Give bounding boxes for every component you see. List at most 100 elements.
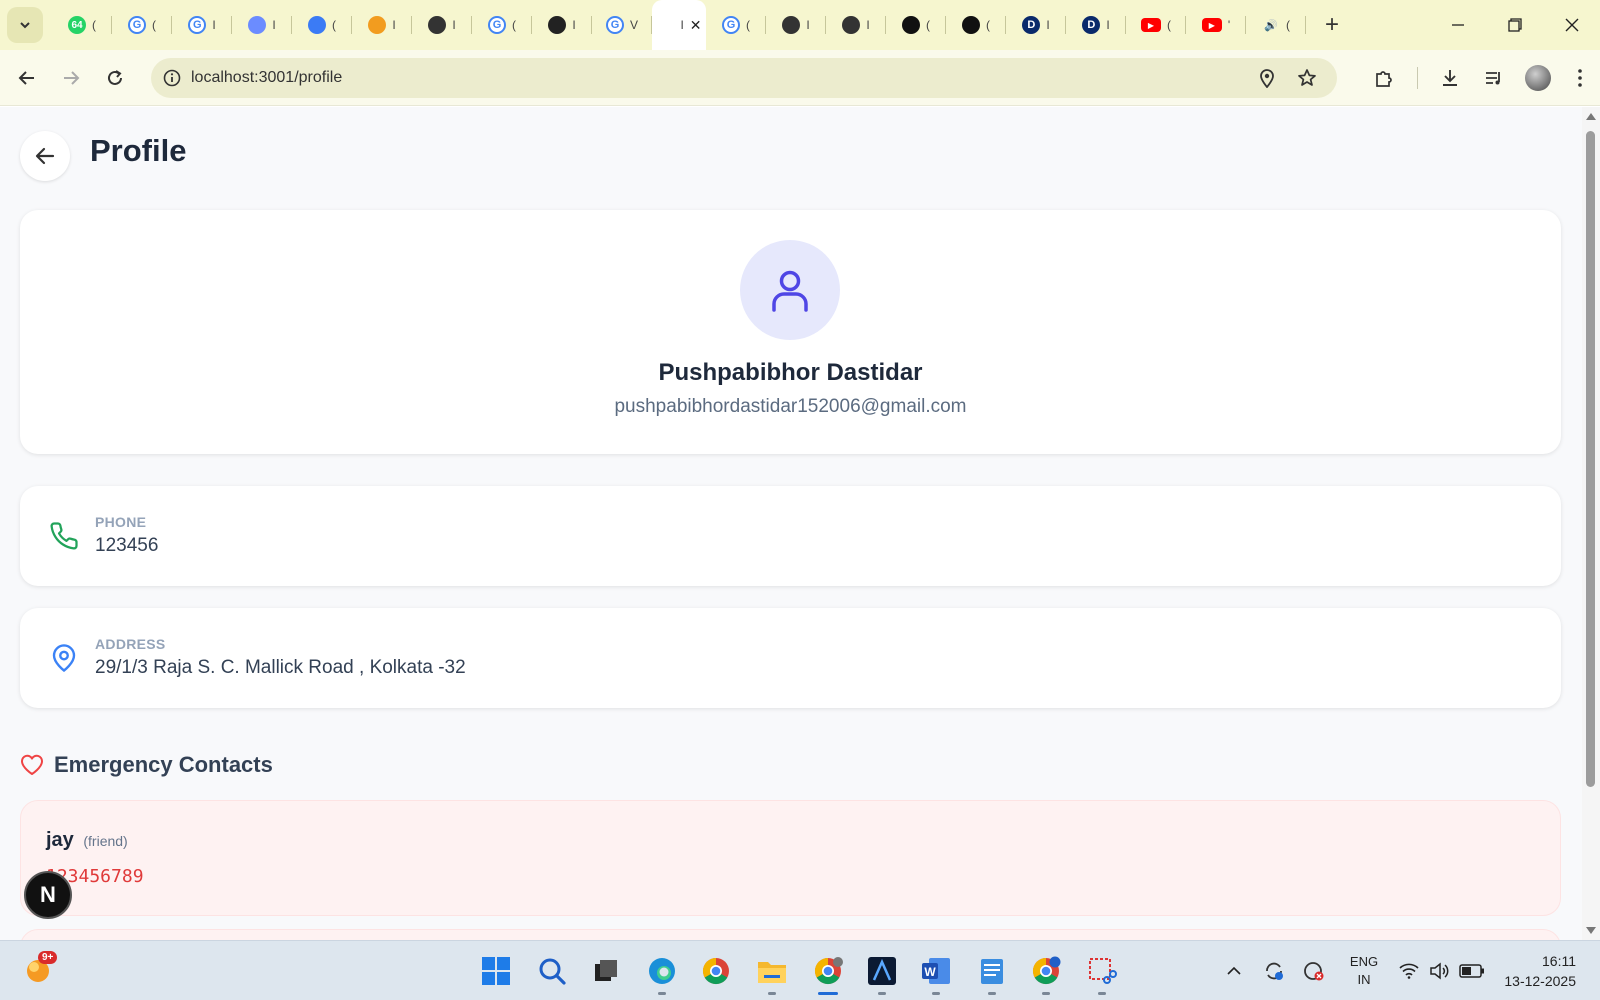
scroll-up-arrow[interactable]	[1586, 113, 1596, 120]
tab-title: I	[392, 18, 396, 32]
forward-button[interactable]	[53, 60, 89, 96]
map-pin-icon	[52, 644, 76, 672]
sync-icon	[1266, 962, 1283, 980]
window-controls	[1429, 0, 1600, 50]
taskbar-edge[interactable]	[642, 951, 682, 995]
browser-tab[interactable]: GI	[172, 0, 232, 50]
tab-title: I	[806, 18, 810, 32]
running-indicator	[988, 992, 996, 995]
user-email: pushpabibhordastidar152006@gmail.com	[614, 396, 967, 417]
browser-tab[interactable]: I	[412, 0, 472, 50]
browser-tab[interactable]: I	[766, 0, 826, 50]
browser-toolbar: localhost:3001/profile	[0, 50, 1600, 106]
address-label: ADDRESS	[95, 636, 166, 652]
emergency-contact-card: jay (friend) 123456789	[20, 800, 1561, 916]
chrome-icon	[1032, 956, 1061, 985]
snipping-tool-icon	[1089, 958, 1117, 984]
address-value: 29/1/3 Raja S. C. Mallick Road , Kolkata…	[95, 657, 466, 678]
close-window-button[interactable]	[1543, 0, 1600, 50]
browser-tab[interactable]: I	[352, 0, 412, 50]
browser-tab[interactable]: DI	[1006, 0, 1066, 50]
browser-tab[interactable]: G(	[112, 0, 172, 50]
menu-button[interactable]	[1560, 50, 1600, 106]
extensions-button[interactable]	[1362, 50, 1406, 106]
running-indicator	[1042, 992, 1050, 995]
browser-tab[interactable]: G(	[472, 0, 532, 50]
extension-icon	[248, 16, 267, 34]
taskbar-word[interactable]: W	[916, 951, 956, 995]
taskbar-app-a[interactable]	[862, 951, 902, 995]
weather-widget[interactable]: 9+	[22, 951, 58, 989]
tab-search-button[interactable]	[7, 7, 43, 43]
profile-button[interactable]	[1516, 50, 1560, 106]
browser-tab[interactable]: I	[826, 0, 886, 50]
close-tab-icon[interactable]: ✕	[690, 17, 702, 34]
page-scrollbar[interactable]	[1582, 107, 1600, 940]
emergency-contacts-title: Emergency Contacts	[54, 752, 273, 777]
search-icon	[539, 958, 566, 985]
browser-tab[interactable]: ▶ '	[1186, 0, 1246, 50]
scroll-down-arrow[interactable]	[1586, 927, 1596, 934]
folder-icon	[758, 962, 786, 983]
google-icon: G	[188, 16, 207, 34]
task-view-button[interactable]	[586, 951, 626, 991]
tab-title: (	[746, 18, 750, 32]
taskbar-snipping-tool[interactable]	[1082, 951, 1122, 995]
browser-tab[interactable]: DI	[1066, 0, 1126, 50]
page-back-button[interactable]	[20, 131, 70, 181]
browser-tab[interactable]: ▶(	[1126, 0, 1186, 50]
taskbar-notepad[interactable]	[972, 951, 1012, 995]
task-view-icon	[595, 960, 617, 981]
browser-tab[interactable]: (	[946, 0, 1006, 50]
browser-tab[interactable]: (	[886, 0, 946, 50]
quick-settings-button[interactable]	[1394, 962, 1490, 980]
taskbar-chrome[interactable]	[696, 951, 736, 991]
taskbar-chrome-profile-p[interactable]	[1026, 951, 1066, 995]
taskbar-chrome-profile-active[interactable]	[808, 951, 848, 995]
browser-tab[interactable]: I ✕	[652, 0, 706, 50]
url-text[interactable]: localhost:3001/profile	[191, 69, 342, 87]
browser-tab[interactable]: I	[532, 0, 592, 50]
chatgpt-icon	[842, 16, 861, 34]
running-indicator	[658, 992, 666, 995]
running-indicator	[768, 992, 776, 995]
browser-tab[interactable]: 🔊(	[1246, 0, 1306, 50]
heart-icon	[21, 754, 43, 775]
media-controls-button[interactable]	[1472, 50, 1516, 106]
windows-logo-icon	[482, 957, 510, 985]
address-bar[interactable]: localhost:3001/profile	[151, 58, 1337, 98]
minimize-button[interactable]	[1429, 0, 1486, 50]
chrome-icon	[814, 957, 843, 985]
show-hidden-icons-button[interactable]	[1214, 966, 1254, 976]
sync-tray-button[interactable]	[1254, 960, 1294, 982]
downloads-button[interactable]	[1428, 50, 1472, 106]
browser-tab[interactable]: GV	[592, 0, 652, 50]
profile-avatar	[1525, 65, 1551, 91]
site-info-icon[interactable]	[163, 69, 181, 87]
restore-button[interactable]	[1486, 0, 1543, 50]
new-tab-button[interactable]: +	[1314, 7, 1350, 43]
word-icon: W	[922, 958, 950, 984]
scroll-thumb[interactable]	[1586, 131, 1595, 787]
chrome-icon	[702, 957, 729, 985]
reload-button[interactable]	[97, 60, 133, 96]
location-icon[interactable]	[1259, 68, 1275, 88]
browser-tab[interactable]: I	[232, 0, 292, 50]
start-button[interactable]	[476, 951, 516, 991]
nextjs-dev-badge[interactable]: N	[24, 871, 72, 919]
bookmark-star-icon[interactable]	[1297, 68, 1317, 88]
cloud-status-button[interactable]	[1294, 960, 1334, 982]
clock[interactable]: 16:11 13-12-2025	[1490, 951, 1600, 991]
back-button[interactable]	[9, 60, 45, 96]
chevron-down-icon	[20, 22, 30, 29]
browser-tab[interactable]: 64 (	[52, 0, 112, 50]
taskbar-file-explorer[interactable]	[752, 951, 792, 995]
contact-name: jay	[46, 829, 74, 851]
browser-tab[interactable]: G(	[706, 0, 766, 50]
language-indicator[interactable]: ENG IN	[1334, 953, 1394, 989]
restore-icon	[1507, 18, 1522, 32]
cloud-icon	[368, 16, 387, 34]
browser-tab[interactable]: (	[292, 0, 352, 50]
taskbar-search[interactable]	[532, 951, 572, 991]
minimize-icon	[1451, 24, 1464, 26]
